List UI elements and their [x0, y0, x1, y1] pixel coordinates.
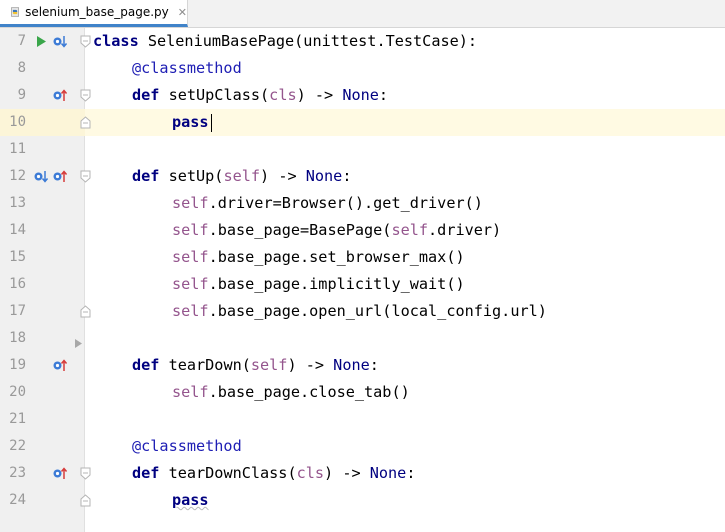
code-text: def setUp(self) -> None:	[132, 167, 352, 185]
code-text: class SeleniumBasePage(unittest.TestCase…	[93, 32, 478, 50]
code-text: self.base_page.close_tab()	[172, 383, 410, 401]
code-line[interactable]: 12 def setUp(self) -> None:	[0, 163, 725, 190]
code-text: def tearDown(self) -> None:	[132, 356, 379, 374]
line-number: 12	[9, 168, 26, 184]
code-line[interactable]: 7 class SeleniumBasePage(unittest.TestCa…	[0, 28, 725, 55]
line-number: 14	[9, 222, 26, 238]
code-text: @classmethod	[132, 59, 242, 77]
line-number: 15	[9, 249, 26, 265]
fold-marker-icon[interactable]	[80, 35, 91, 48]
overrides-up-icon[interactable]	[52, 169, 67, 184]
implemented-down-icon[interactable]	[33, 169, 48, 184]
code-text: self.base_page.implicitly_wait()	[172, 275, 465, 293]
code-text: self.base_page=BasePage(self.driver)	[172, 221, 502, 239]
overrides-up-icon[interactable]	[52, 466, 67, 481]
line-number: 19	[9, 357, 26, 373]
line-number: 21	[9, 411, 26, 427]
code-line[interactable]: 22 @classmethod	[0, 433, 725, 460]
text-cursor	[211, 114, 212, 132]
overrides-up-icon[interactable]	[52, 88, 67, 103]
line-number: 23	[9, 465, 26, 481]
code-line[interactable]: 24 pass	[0, 487, 725, 514]
line-number: 8	[17, 60, 26, 76]
code-line[interactable]: 21	[0, 406, 725, 433]
line-number: 13	[9, 195, 26, 211]
code-text: def tearDownClass(cls) -> None:	[132, 464, 416, 482]
file-tab-label: selenium_base_page.py	[25, 5, 169, 19]
code-text: self.base_page.open_url(local_config.url…	[172, 302, 547, 320]
code-text: pass	[172, 491, 209, 509]
fold-marker-icon[interactable]	[80, 170, 91, 183]
line-number: 24	[9, 492, 26, 508]
code-text: def setUpClass(cls) -> None:	[132, 86, 389, 104]
editor-tab-bar: selenium_base_page.py ✕	[0, 0, 725, 28]
code-line-current[interactable]: 10 pass	[0, 109, 725, 136]
code-line[interactable]: 11	[0, 136, 725, 163]
close-tab-icon[interactable]: ✕	[178, 6, 187, 19]
line-number: 17	[9, 303, 26, 319]
line-number: 18	[9, 330, 26, 346]
line-number: 9	[17, 87, 26, 103]
line-number: 7	[17, 33, 26, 49]
code-line[interactable]: 17 self.base_page.open_url(local_config.…	[0, 298, 725, 325]
code-text: @classmethod	[132, 437, 242, 455]
code-line[interactable]: 23 def tearDownClass(cls) -> None:	[0, 460, 725, 487]
code-line[interactable]: 9 def setUpClass(cls) -> None:	[0, 82, 725, 109]
code-line[interactable]: 15 self.base_page.set_browser_max()	[0, 244, 725, 271]
implemented-down-icon[interactable]	[52, 34, 67, 49]
code-text: pass	[172, 113, 209, 131]
fold-end-marker-icon[interactable]	[80, 116, 91, 129]
python-file-icon	[11, 7, 19, 17]
code-line[interactable]: 18	[0, 325, 725, 352]
fold-marker-icon[interactable]	[80, 89, 91, 102]
line-number: 11	[9, 141, 26, 157]
code-line[interactable]: 20 self.base_page.close_tab()	[0, 379, 725, 406]
line-number: 16	[9, 276, 26, 292]
fold-marker-icon[interactable]	[80, 467, 91, 480]
code-line[interactable]: 16 self.base_page.implicitly_wait()	[0, 271, 725, 298]
file-tab[interactable]: selenium_base_page.py ✕	[0, 0, 188, 27]
fold-end-marker-icon[interactable]	[80, 305, 91, 318]
code-line[interactable]: 19 def tearDown(self) -> None:	[0, 352, 725, 379]
fold-hint-arrow-icon	[75, 339, 82, 348]
line-number: 22	[9, 438, 26, 454]
code-line[interactable]: 14 self.base_page=BasePage(self.driver)	[0, 217, 725, 244]
line-number: 20	[9, 384, 26, 400]
code-line[interactable]: 8 @classmethod	[0, 55, 725, 82]
code-line[interactable]: 13 self.driver=Browser().get_driver()	[0, 190, 725, 217]
code-text: self.base_page.set_browser_max()	[172, 248, 465, 266]
code-text: self.driver=Browser().get_driver()	[172, 194, 483, 212]
fold-end-marker-icon[interactable]	[80, 494, 91, 507]
overrides-up-icon[interactable]	[52, 358, 67, 373]
line-number: 10	[9, 114, 26, 130]
run-icon[interactable]	[34, 34, 49, 49]
code-editor[interactable]: 7 class SeleniumBasePage(unittest.TestCa…	[0, 28, 725, 532]
